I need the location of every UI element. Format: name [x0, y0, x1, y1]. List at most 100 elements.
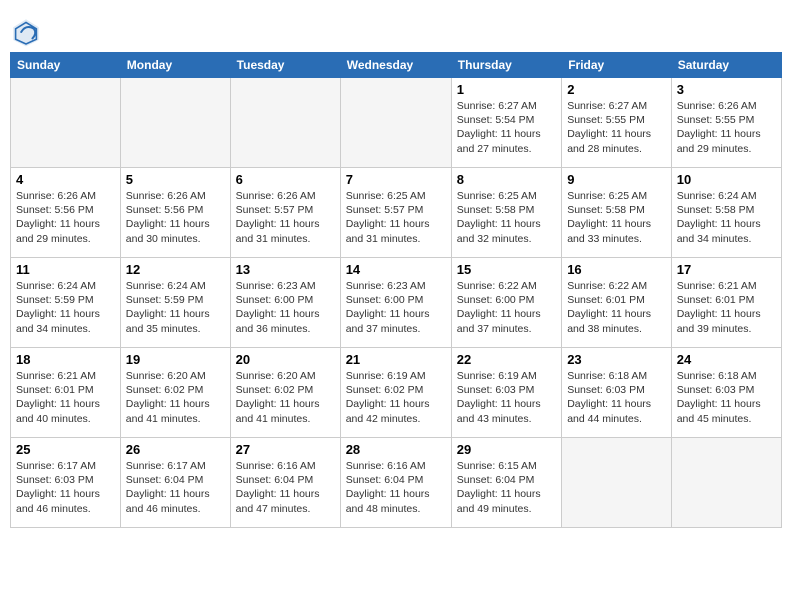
calendar-cell: 1Sunrise: 6:27 AM Sunset: 5:54 PM Daylig…: [451, 78, 561, 168]
day-number: 27: [236, 442, 335, 457]
calendar-cell: 25 Sunrise: 6:17 AM Sunset: 6:03 PM Dayli…: [11, 438, 121, 528]
calendar-cell: 6 Sunrise: 6:26 AM Sunset: 5:57 PM Daylig…: [230, 168, 340, 258]
day-number: 15: [457, 262, 556, 277]
calendar-cell: 18 Sunrise: 6:21 AM Sunset: 6:01 PM Dayli…: [11, 348, 121, 438]
day-number: 25: [16, 442, 115, 457]
day-number: 9: [567, 172, 666, 187]
weekday-header-monday: Monday: [120, 53, 230, 78]
calendar-cell: 29 Sunrise: 6:15 AM Sunset: 6:04 PM Dayli…: [451, 438, 561, 528]
day-info: Sunrise: 6:16 AM Sunset: 6:04 PM Dayligh…: [236, 459, 335, 516]
calendar-cell: 14 Sunrise: 6:23 AM Sunset: 6:00 PM Dayli…: [340, 258, 451, 348]
calendar-week-2: 4 Sunrise: 6:26 AM Sunset: 5:56 PM Daylig…: [11, 168, 782, 258]
weekday-header-saturday: Saturday: [671, 53, 781, 78]
day-info: Sunrise: 6:24 AM Sunset: 5:58 PM Dayligh…: [677, 189, 776, 246]
day-number: 6: [236, 172, 335, 187]
calendar-cell: 2 Sunrise: 6:27 AM Sunset: 5:55 PM Daylig…: [562, 78, 672, 168]
calendar-cell: [230, 78, 340, 168]
calendar-cell: 11 Sunrise: 6:24 AM Sunset: 5:59 PM Dayli…: [11, 258, 121, 348]
day-number: 3: [677, 82, 776, 97]
calendar-cell: 16 Sunrise: 6:22 AM Sunset: 6:01 PM Dayli…: [562, 258, 672, 348]
calendar-table: SundayMondayTuesdayWednesdayThursdayFrid…: [10, 52, 782, 528]
calendar-cell: [120, 78, 230, 168]
day-info: Sunrise: 6:21 AM Sunset: 6:01 PM Dayligh…: [677, 279, 776, 336]
calendar-cell: 4 Sunrise: 6:26 AM Sunset: 5:56 PM Daylig…: [11, 168, 121, 258]
day-number: 5: [126, 172, 225, 187]
weekday-header-thursday: Thursday: [451, 53, 561, 78]
day-number: 22: [457, 352, 556, 367]
day-number: 17: [677, 262, 776, 277]
day-number: 20: [236, 352, 335, 367]
calendar-week-4: 18 Sunrise: 6:21 AM Sunset: 6:01 PM Dayli…: [11, 348, 782, 438]
calendar-cell: 19 Sunrise: 6:20 AM Sunset: 6:02 PM Dayli…: [120, 348, 230, 438]
day-number: 7: [346, 172, 446, 187]
calendar-week-3: 11 Sunrise: 6:24 AM Sunset: 5:59 PM Dayli…: [11, 258, 782, 348]
day-info: Sunrise: 6:26 AM Sunset: 5:57 PM Dayligh…: [236, 189, 335, 246]
day-number: 28: [346, 442, 446, 457]
day-number: 21: [346, 352, 446, 367]
day-number: 23: [567, 352, 666, 367]
day-info: Sunrise: 6:25 AM Sunset: 5:58 PM Dayligh…: [567, 189, 666, 246]
calendar-cell: 17 Sunrise: 6:21 AM Sunset: 6:01 PM Dayli…: [671, 258, 781, 348]
logo-icon: [10, 16, 42, 48]
weekday-header-friday: Friday: [562, 53, 672, 78]
day-info: Sunrise: 6:19 AM Sunset: 6:03 PM Dayligh…: [457, 369, 556, 426]
day-info: Sunrise: 6:22 AM Sunset: 6:00 PM Dayligh…: [457, 279, 556, 336]
calendar-cell: 28Sunrise: 6:16 AM Sunset: 6:04 PM Dayli…: [340, 438, 451, 528]
calendar-week-5: 25 Sunrise: 6:17 AM Sunset: 6:03 PM Dayli…: [11, 438, 782, 528]
weekday-header-wednesday: Wednesday: [340, 53, 451, 78]
day-info: Sunrise: 6:18 AM Sunset: 6:03 PM Dayligh…: [567, 369, 666, 426]
calendar-cell: [340, 78, 451, 168]
day-info: Sunrise: 6:19 AM Sunset: 6:02 PM Dayligh…: [346, 369, 446, 426]
calendar-cell: 7 Sunrise: 6:25 AM Sunset: 5:57 PM Daylig…: [340, 168, 451, 258]
logo: [10, 16, 46, 48]
day-info: Sunrise: 6:25 AM Sunset: 5:58 PM Dayligh…: [457, 189, 556, 246]
day-info: Sunrise: 6:21 AM Sunset: 6:01 PM Dayligh…: [16, 369, 115, 426]
day-number: 8: [457, 172, 556, 187]
day-number: 19: [126, 352, 225, 367]
day-number: 11: [16, 262, 115, 277]
day-number: 4: [16, 172, 115, 187]
day-number: 29: [457, 442, 556, 457]
day-number: 12: [126, 262, 225, 277]
calendar-cell: 20Sunrise: 6:20 AM Sunset: 6:02 PM Dayli…: [230, 348, 340, 438]
calendar-cell: 24 Sunrise: 6:18 AM Sunset: 6:03 PM Dayli…: [671, 348, 781, 438]
weekday-header-tuesday: Tuesday: [230, 53, 340, 78]
day-info: Sunrise: 6:27 AM Sunset: 5:55 PM Dayligh…: [567, 99, 666, 156]
calendar-cell: 23 Sunrise: 6:18 AM Sunset: 6:03 PM Dayli…: [562, 348, 672, 438]
weekday-header-sunday: Sunday: [11, 53, 121, 78]
calendar-cell: 9 Sunrise: 6:25 AM Sunset: 5:58 PM Daylig…: [562, 168, 672, 258]
day-info: Sunrise: 6:26 AM Sunset: 5:56 PM Dayligh…: [126, 189, 225, 246]
day-number: 26: [126, 442, 225, 457]
day-info: Sunrise: 6:24 AM Sunset: 5:59 PM Dayligh…: [16, 279, 115, 336]
calendar-cell: [562, 438, 672, 528]
calendar-cell: [11, 78, 121, 168]
day-number: 10: [677, 172, 776, 187]
calendar-cell: 15 Sunrise: 6:22 AM Sunset: 6:00 PM Dayli…: [451, 258, 561, 348]
calendar-cell: 21 Sunrise: 6:19 AM Sunset: 6:02 PM Dayli…: [340, 348, 451, 438]
day-number: 24: [677, 352, 776, 367]
day-number: 18: [16, 352, 115, 367]
day-info: Sunrise: 6:22 AM Sunset: 6:01 PM Dayligh…: [567, 279, 666, 336]
day-info: Sunrise: 6:23 AM Sunset: 6:00 PM Dayligh…: [346, 279, 446, 336]
page-header: [10, 10, 782, 48]
day-number: 13: [236, 262, 335, 277]
day-number: 1: [457, 82, 556, 97]
day-info: Sunrise: 6:26 AM Sunset: 5:55 PM Dayligh…: [677, 99, 776, 156]
day-info: Sunrise: 6:25 AM Sunset: 5:57 PM Dayligh…: [346, 189, 446, 246]
calendar-cell: 12Sunrise: 6:24 AM Sunset: 5:59 PM Dayli…: [120, 258, 230, 348]
day-number: 16: [567, 262, 666, 277]
calendar-week-1: 1Sunrise: 6:27 AM Sunset: 5:54 PM Daylig…: [11, 78, 782, 168]
day-info: Sunrise: 6:20 AM Sunset: 6:02 PM Dayligh…: [126, 369, 225, 426]
day-info: Sunrise: 6:18 AM Sunset: 6:03 PM Dayligh…: [677, 369, 776, 426]
calendar-cell: [671, 438, 781, 528]
calendar-cell: 26 Sunrise: 6:17 AM Sunset: 6:04 PM Dayli…: [120, 438, 230, 528]
day-info: Sunrise: 6:23 AM Sunset: 6:00 PM Dayligh…: [236, 279, 335, 336]
day-number: 14: [346, 262, 446, 277]
day-info: Sunrise: 6:17 AM Sunset: 6:04 PM Dayligh…: [126, 459, 225, 516]
calendar-cell: 10 Sunrise: 6:24 AM Sunset: 5:58 PM Dayli…: [671, 168, 781, 258]
day-info: Sunrise: 6:17 AM Sunset: 6:03 PM Dayligh…: [16, 459, 115, 516]
day-info: Sunrise: 6:15 AM Sunset: 6:04 PM Dayligh…: [457, 459, 556, 516]
calendar-cell: 5 Sunrise: 6:26 AM Sunset: 5:56 PM Daylig…: [120, 168, 230, 258]
day-info: Sunrise: 6:26 AM Sunset: 5:56 PM Dayligh…: [16, 189, 115, 246]
day-number: 2: [567, 82, 666, 97]
